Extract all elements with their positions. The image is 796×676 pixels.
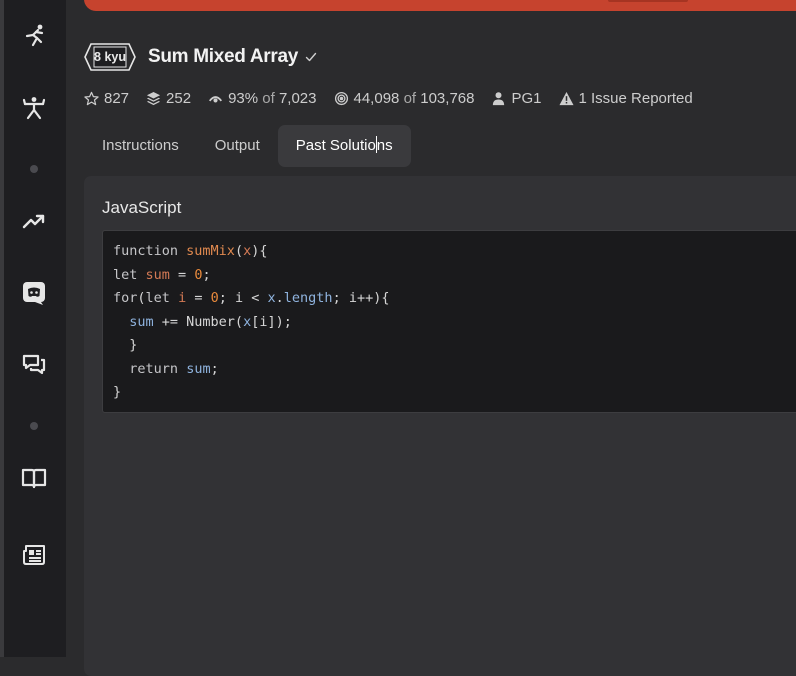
completed-of: of	[403, 90, 417, 107]
author-stat[interactable]: PG1	[491, 90, 542, 107]
satisfaction-of: of	[262, 90, 275, 107]
sidebar	[4, 0, 66, 657]
code-line: }	[113, 337, 138, 353]
rank-badge: 8 kyu	[84, 42, 136, 72]
news-icon[interactable]	[21, 542, 47, 568]
tab-past-solutions[interactable]: Past Solutions	[277, 125, 411, 167]
eye-rating-icon	[209, 96, 223, 103]
code-block[interactable]: function sumMix(x){ let sum = 0; for(let…	[102, 230, 796, 413]
checkmark-icon	[305, 52, 317, 62]
past-solutions-panel: JavaScript function sumMix(x){ let sum =…	[84, 176, 796, 676]
collections-count: 252	[166, 90, 192, 107]
layers-icon	[146, 91, 161, 106]
stars-count: 827	[104, 90, 130, 107]
issues-label: 1 Issue Reported	[578, 90, 693, 107]
satisfaction-percent: 93%	[228, 90, 259, 107]
kumite-fighter-icon[interactable]	[21, 95, 47, 121]
tab-past-solutions-label-end: ns	[376, 137, 393, 154]
tab-output[interactable]: Output	[197, 125, 278, 167]
stars-stat[interactable]: 827	[84, 90, 129, 107]
trending-icon[interactable]	[21, 208, 47, 234]
kata-stats: 827 252 93% of 7,023 44,098 of 103,768 P…	[84, 90, 710, 107]
sidebar-separator-dot	[30, 165, 38, 173]
author-name: PG1	[511, 90, 542, 107]
code-line: function sumMix(x){	[113, 243, 268, 259]
code-line: sum += Number(x[i]);	[129, 313, 292, 330]
completed-count: 44,098	[353, 90, 400, 107]
docs-book-icon[interactable]	[21, 465, 47, 491]
tab-instructions[interactable]: Instructions	[84, 125, 197, 167]
target-icon	[334, 91, 348, 106]
completions-stat: 44,098 of 103,768	[334, 90, 475, 107]
discussion-icon[interactable]	[21, 352, 47, 378]
satisfaction-total: 7,023	[278, 90, 317, 107]
tab-past-solutions-label-start: Past Solutio	[295, 137, 376, 154]
issues-stat[interactable]: 1 Issue Reported	[558, 90, 693, 107]
alert-banner	[84, 0, 796, 11]
kata-header: 8 kyu Sum Mixed Array	[84, 41, 317, 73]
completed-total: 103,768	[420, 90, 475, 107]
sidebar-separator-dot	[30, 422, 38, 430]
solution-language: JavaScript	[102, 198, 182, 217]
code-line: for(let i = 0; i < x.length; i++){	[113, 290, 390, 306]
discord-icon[interactable]	[21, 280, 47, 306]
rank-label: 8 kyu	[94, 50, 126, 64]
kata-tabs: Instructions Output Past Solutions	[84, 125, 411, 167]
code-line: }	[113, 384, 122, 400]
code-line: return sum;	[129, 360, 219, 377]
warning-icon	[558, 91, 574, 106]
user-icon	[493, 92, 505, 106]
banner-button[interactable]	[608, 0, 688, 2]
code-line: let sum = 0;	[113, 266, 211, 283]
star-icon	[84, 91, 99, 106]
kata-runner-icon[interactable]	[21, 22, 47, 48]
kata-title[interactable]: Sum Mixed Array	[148, 46, 298, 68]
satisfaction-stat: 93% of 7,023	[208, 90, 317, 107]
collections-stat[interactable]: 252	[146, 90, 191, 107]
